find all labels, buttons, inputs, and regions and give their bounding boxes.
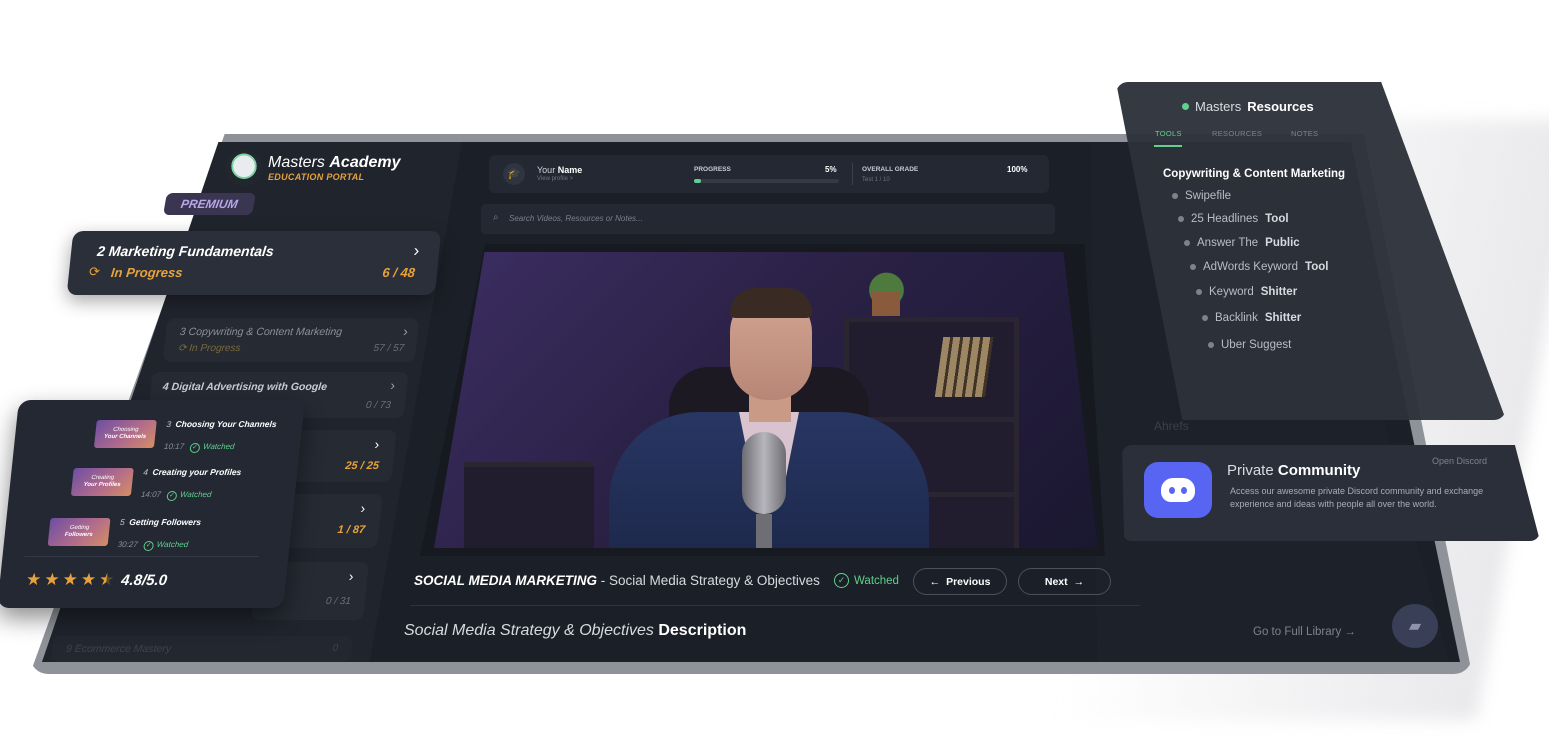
bullet-icon: [1172, 193, 1178, 199]
bullet-icon: [1178, 216, 1184, 222]
video-player[interactable]: [434, 252, 1098, 548]
tab-resources[interactable]: RESOURCES: [1212, 129, 1262, 138]
module-title: 2 Marketing Fundamentals: [96, 243, 275, 259]
video-title: SOCIAL MEDIA MARKETING - Social Media St…: [414, 573, 820, 588]
divider: [852, 163, 853, 185]
app-logo[interactable]: Masters Academy EDUCATION PORTAL: [226, 150, 401, 186]
chevron-right-icon: ›: [389, 377, 396, 393]
chevron-right-icon: ›: [348, 568, 355, 584]
community-title: Private Community: [1227, 462, 1361, 479]
progress-label: PROGRESS: [694, 166, 731, 173]
module-card-3[interactable]: 3 Copywriting & Content Marketing ⟳ In P…: [162, 318, 420, 362]
active-tab-indicator: [1154, 145, 1182, 147]
chevron-right-icon: ›: [412, 241, 421, 260]
check-circle-icon: ✓: [143, 541, 155, 551]
description-heading: Social Media Strategy & Objectives Descr…: [404, 622, 747, 639]
open-discord-link[interactable]: Open Discord: [1432, 456, 1487, 466]
course-rating: ★ ★ ★ ★ ★ 4.8/5.0: [25, 570, 168, 590]
lesson-item[interactable]: Getting Followers 5 Getting Followers 30:…: [47, 512, 202, 552]
community-description: Access our awesome private Discord commu…: [1230, 486, 1484, 509]
tab-notes[interactable]: NOTES: [1291, 129, 1318, 138]
premium-badge: PREMIUM: [163, 193, 256, 215]
profile-bar: 🎓 Your Name View profile > PROGRESS 5% O…: [489, 155, 1049, 193]
bullet-icon: [1208, 342, 1214, 348]
divider: [410, 605, 1140, 606]
progress-bar-fill: [694, 179, 702, 183]
tab-tools[interactable]: TOOLS: [1155, 129, 1182, 138]
grade-label: OVERALL GRADE: [862, 166, 919, 173]
search-placeholder: Search Videos, Resources or Notes...: [509, 214, 643, 223]
wizard-logo-icon: [226, 150, 262, 186]
full-library-link[interactable]: Go to Full Library →: [1253, 626, 1356, 638]
module-count: 6 / 48: [381, 265, 416, 280]
logo-title: Masters Academy: [268, 154, 401, 171]
background-list-item: Ahrefs: [1154, 419, 1189, 433]
resource-item[interactable]: Answer The Public: [1184, 237, 1300, 249]
discord-icon: [1144, 462, 1212, 518]
lesson-item[interactable]: Creating Your Profiles 4 Creating your Pr…: [70, 462, 242, 502]
lesson-item[interactable]: Choosing Your Channels 3 Choosing Your Ch…: [93, 414, 277, 454]
check-circle-icon: ✓: [166, 491, 178, 501]
previous-button[interactable]: ← Previous: [913, 568, 1007, 595]
video-scene: [872, 292, 900, 316]
lesson-thumbnail: Getting Followers: [47, 518, 111, 546]
lesson-thumbnail: Choosing Your Channels: [93, 420, 157, 448]
chat-icon: ▰: [1408, 618, 1422, 635]
status-dot-icon: [1182, 103, 1189, 110]
grade-value: 100%: [1007, 165, 1028, 174]
resources-heading: Copywriting & Content Marketing: [1163, 168, 1346, 180]
watched-status: ✓ Watched: [834, 573, 899, 588]
view-profile-link[interactable]: View profile >: [537, 176, 573, 182]
current-module-card[interactable]: 2 Marketing Fundamentals › ⟳ In Progress…: [66, 231, 442, 295]
arrow-right-icon: →: [1344, 626, 1356, 638]
logo-subtitle: EDUCATION PORTAL: [268, 172, 365, 182]
bullet-icon: [1196, 289, 1202, 295]
bullet-icon: [1190, 264, 1196, 270]
divider: [24, 556, 259, 557]
check-circle-icon: ✓: [189, 443, 201, 453]
progress-bar: [694, 179, 839, 183]
star-icon: ★: [61, 570, 79, 589]
resources-title: Masters Resources: [1182, 99, 1314, 114]
video-scene: [934, 337, 994, 397]
lesson-thumbnail: Creating Your Profiles: [70, 468, 134, 496]
microphone: [756, 514, 772, 548]
video-scene: [464, 462, 594, 548]
progress-sync-icon: ⟳: [88, 264, 101, 279]
progress-value: 5%: [825, 165, 837, 174]
resource-item[interactable]: Swipefile: [1172, 190, 1231, 202]
microphone: [742, 432, 786, 514]
search-input[interactable]: ⌕ Search Videos, Resources or Notes...: [481, 204, 1055, 234]
check-circle-icon: ✓: [834, 573, 849, 588]
star-icon: ★: [43, 570, 61, 589]
resource-item[interactable]: AdWords Keyword Tool: [1190, 261, 1328, 273]
resource-item[interactable]: Uber Suggest: [1208, 339, 1291, 351]
rating-value: 4.8/5.0: [120, 571, 169, 589]
chevron-right-icon: ›: [373, 436, 381, 452]
resource-item[interactable]: 25 Headlines Tool: [1178, 213, 1289, 225]
star-half-icon: ★: [98, 570, 116, 589]
bullet-icon: [1202, 315, 1208, 321]
chevron-right-icon: ›: [359, 500, 367, 516]
module-status: In Progress: [110, 265, 184, 280]
video-presenter: [730, 288, 812, 318]
search-icon: ⌕: [493, 212, 499, 223]
bullet-icon: [1184, 240, 1190, 246]
star-icon: ★: [79, 570, 98, 589]
chat-button[interactable]: ▰: [1392, 604, 1438, 648]
profile-name[interactable]: Your Name: [537, 165, 582, 175]
star-icon: ★: [25, 570, 43, 589]
module-card-9[interactable]: 9 Ecommerce Mastery 0: [50, 636, 354, 662]
resource-item[interactable]: Backlink Shitter: [1202, 312, 1301, 324]
grade-sub: Test 1 / 10: [862, 177, 890, 183]
lessons-panel: Choosing Your Channels 3 Choosing Your Ch…: [0, 400, 305, 608]
next-button[interactable]: Next →: [1018, 568, 1111, 595]
stage: Masters Academy EDUCATION PORTAL PREMIUM…: [0, 0, 1549, 747]
graduation-cap-icon[interactable]: 🎓: [503, 163, 525, 185]
chevron-right-icon: ›: [402, 323, 409, 339]
resource-item[interactable]: Keyword Shitter: [1196, 286, 1297, 298]
arrow-right-icon: →: [1073, 575, 1085, 588]
arrow-left-icon: ←: [929, 575, 941, 588]
